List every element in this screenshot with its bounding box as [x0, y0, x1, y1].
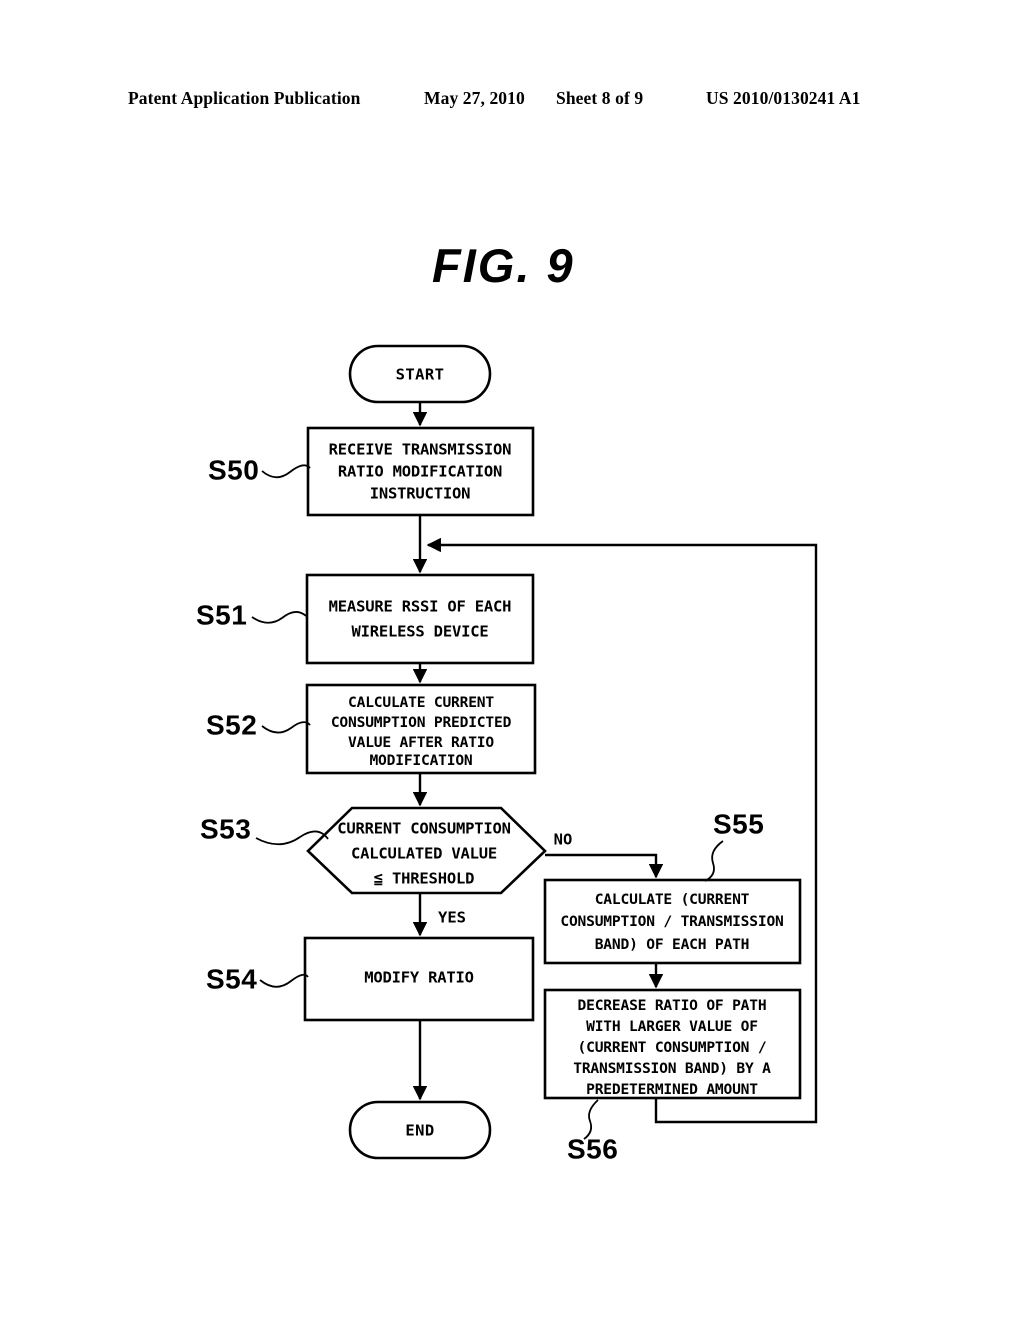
branch-label-no: NO: [554, 831, 573, 849]
node-s53-line-1: CALCULATED VALUE: [351, 845, 497, 863]
node-s51-line-1: WIRELESS DEVICE: [352, 623, 489, 641]
node-s56-line-1: WITH LARGER VALUE OF: [586, 1018, 758, 1035]
node-s53-line-0: CURRENT CONSUMPTION: [337, 820, 511, 838]
node-s51: [305, 573, 535, 665]
node-s56-line-3: TRANSMISSION BAND) BY A: [573, 1060, 771, 1077]
step-label-s51: S51: [196, 599, 247, 630]
step-label-s52: S52: [206, 709, 257, 740]
step-label-s54: S54: [206, 963, 257, 994]
node-s50-line-1: RATIO MODIFICATION: [338, 463, 502, 481]
node-s50-line-2: INSTRUCTION: [370, 485, 470, 503]
step-label-s56: S56: [567, 1133, 618, 1164]
node-s56-line-2: (CURRENT CONSUMPTION /: [578, 1039, 767, 1056]
leader-s52: [261, 721, 311, 734]
leader-s50: [261, 464, 311, 479]
step-label-s55: S55: [713, 808, 764, 839]
node-s52-line-1: CONSUMPTION PREDICTED: [331, 714, 512, 731]
leader-s51: [251, 611, 307, 624]
node-s55-line-0: CALCULATE (CURRENT: [595, 891, 750, 908]
step-label-s53: S53: [200, 813, 251, 844]
node-s56-line-0: DECREASE RATIO OF PATH: [578, 997, 767, 1014]
node-s55-line-2: BAND) OF EACH PATH: [595, 936, 750, 953]
node-s52-line-2: VALUE AFTER RATIO: [348, 734, 494, 751]
leader-s55: [704, 840, 724, 882]
node-s51-line-0: MEASURE RSSI OF EACH: [329, 598, 512, 616]
leader-s54: [259, 973, 309, 988]
node-s53-line-2: ≦ THRESHOLD: [374, 870, 474, 888]
node-s56-line-4: PREDETERMINED AMOUNT: [586, 1081, 758, 1098]
node-s50-line-0: RECEIVE TRANSMISSION: [329, 441, 512, 459]
connector-s53-no-to-s55: [545, 853, 664, 879]
branch-label-yes: YES: [438, 909, 466, 927]
flowchart-diagram: START RECEIVE TRANSMISSION RATIO MODIFIC…: [196, 344, 818, 1164]
node-end-label: END: [405, 1122, 434, 1140]
node-s55-line-1: CONSUMPTION / TRANSMISSION: [560, 913, 783, 930]
step-label-s50: S50: [208, 454, 259, 485]
node-s54-line-0: MODIFY RATIO: [364, 969, 474, 987]
node-s52-line-0: CALCULATE CURRENT: [348, 694, 494, 711]
node-s52-line-3: MODIFICATION: [369, 752, 472, 769]
node-start-label: START: [396, 366, 445, 384]
